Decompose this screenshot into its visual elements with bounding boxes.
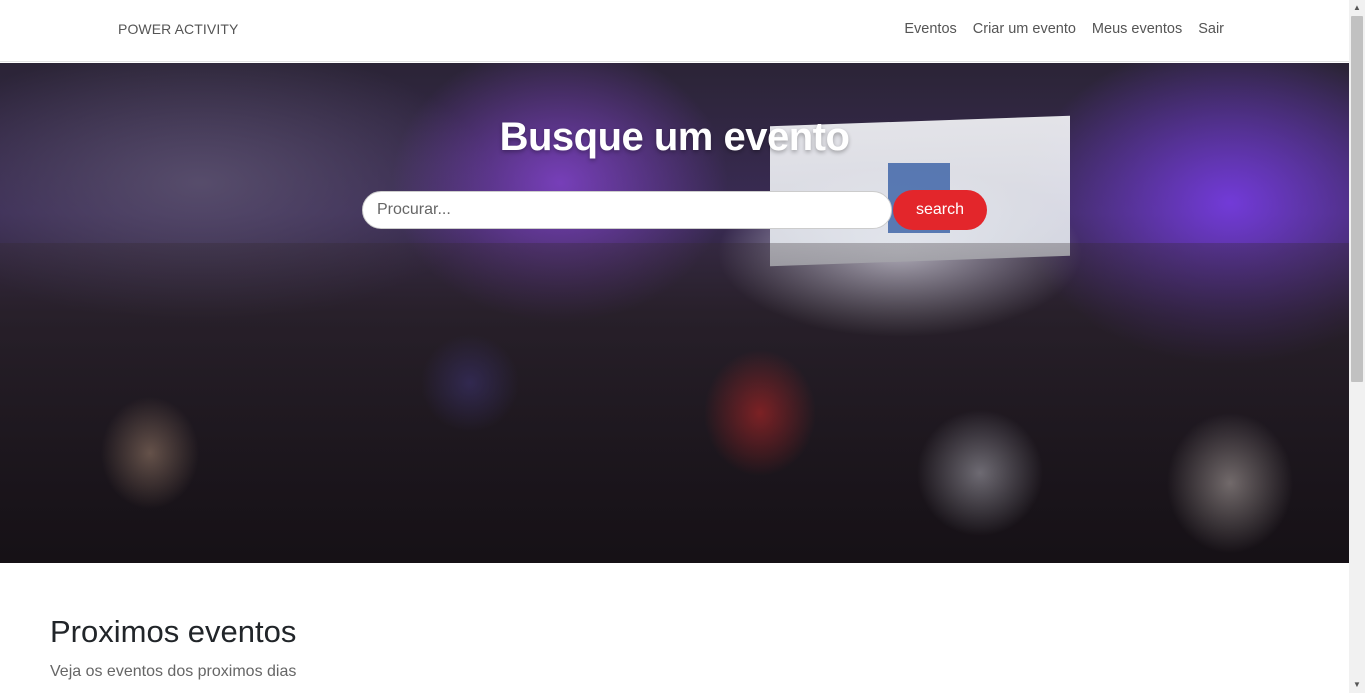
nav-link-sair[interactable]: Sair [1198, 21, 1224, 37]
brand-logo[interactable]: POWER ACTIVITY [118, 21, 238, 37]
scrollbar-thumb[interactable] [1351, 16, 1363, 382]
search-button[interactable]: search [893, 190, 987, 230]
nav-link-criar-evento[interactable]: Criar um evento [973, 21, 1076, 37]
hero-banner: Busque um evento search [0, 63, 1349, 563]
navbar: POWER ACTIVITY Eventos Criar um evento M… [0, 0, 1349, 62]
section-title: Proximos eventos [50, 614, 297, 649]
nav-link-meus-eventos[interactable]: Meus eventos [1092, 21, 1182, 37]
nav-link-eventos[interactable]: Eventos [904, 21, 956, 37]
scrollbar[interactable]: ▲ ▼ [1349, 0, 1365, 693]
hero-background-audience [0, 243, 1349, 563]
hero-title: Busque um evento [499, 115, 850, 159]
search-input[interactable] [362, 191, 892, 229]
section-subtitle: Veja os eventos dos proximos dias [50, 663, 297, 680]
nav-menu: Eventos Criar um evento Meus eventos Sai… [904, 21, 1224, 37]
scroll-up-icon[interactable]: ▲ [1349, 0, 1365, 16]
scroll-down-icon[interactable]: ▼ [1349, 677, 1365, 693]
